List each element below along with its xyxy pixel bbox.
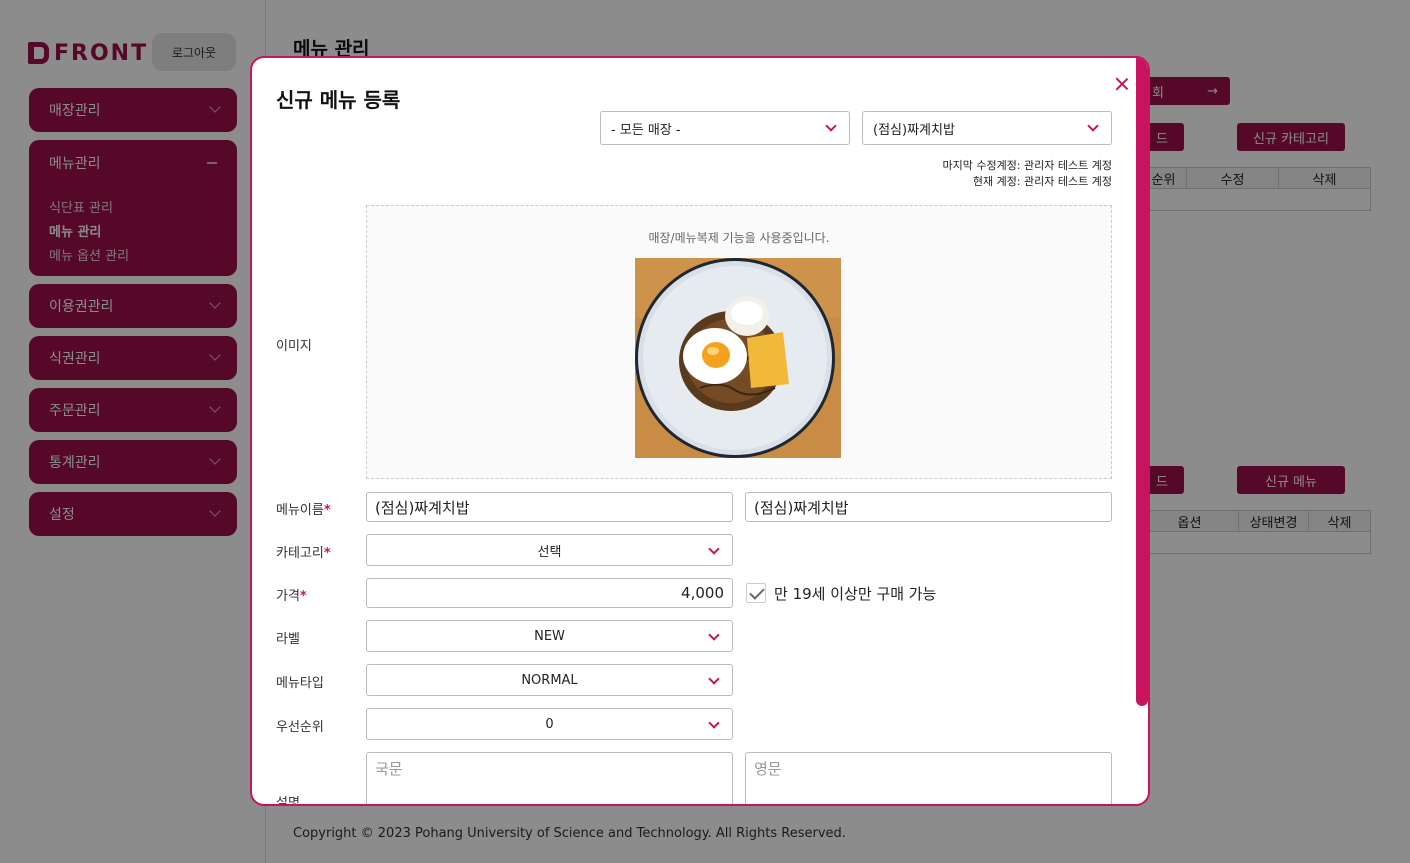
chevron-down-icon xyxy=(1087,120,1099,132)
image-dropzone[interactable]: 매장/메뉴복제 기능을 사용중입니다. xyxy=(366,205,1112,479)
price-label-text: 가격 xyxy=(276,589,300,604)
menu-type-select-value: NORMAL xyxy=(521,672,578,688)
priority-select-value: 0 xyxy=(545,716,554,732)
chevron-down-icon xyxy=(708,673,720,685)
badge-label: 라벨 xyxy=(276,632,300,647)
store-select[interactable]: - 모든 매장 - xyxy=(600,111,850,145)
description-ko-placeholder: 국문 xyxy=(375,760,403,778)
menu-name-en-input[interactable]: (점심)짜계치밥 xyxy=(745,492,1112,522)
current-account: 현재 계정: 관리자 테스트 계정 xyxy=(972,175,1112,188)
chevron-down-icon xyxy=(708,629,720,641)
category-label-text: 카테고리 xyxy=(276,546,324,561)
category-label: 카테고리* xyxy=(276,542,331,561)
menu-copy-select[interactable]: (점심)짜계치밥 xyxy=(862,111,1112,145)
dropzone-message: 매장/메뉴복제 기능을 사용중입니다. xyxy=(648,231,830,245)
image-label: 이미지 xyxy=(276,339,312,354)
scrollbar[interactable] xyxy=(1136,58,1148,706)
close-icon[interactable] xyxy=(1114,76,1130,92)
description-en-textarea[interactable]: 영문 xyxy=(745,752,1112,804)
menu-name-ko-value: (점심)짜계치밥 xyxy=(375,498,470,517)
menu-copy-select-value: (점심)짜계치밥 xyxy=(873,122,955,138)
description-en-placeholder: 영문 xyxy=(754,760,782,778)
required-mark: * xyxy=(323,546,331,561)
description-ko-textarea[interactable]: 국문 xyxy=(366,752,733,804)
category-select-value: 선택 xyxy=(537,544,562,560)
menu-name-label-text: 메뉴이름 xyxy=(276,503,324,518)
menu-type-select[interactable]: NORMAL xyxy=(366,664,733,696)
required-mark: * xyxy=(299,589,307,604)
description-label: 설명 xyxy=(276,796,300,806)
priority-label: 우선순위 xyxy=(276,720,324,735)
priority-select[interactable]: 0 xyxy=(366,708,733,740)
modal-title: 신규 메뉴 등록 xyxy=(276,88,401,112)
store-select-value: - 모든 매장 - xyxy=(611,122,681,138)
adult-only-checkbox[interactable] xyxy=(746,583,766,603)
menu-type-label: 메뉴타입 xyxy=(276,676,324,691)
price-value: 4,000 xyxy=(681,584,724,602)
menu-name-label: 메뉴이름* xyxy=(276,499,331,518)
adult-only-label: 만 19세 이상만 구매 가능 xyxy=(774,585,937,603)
menu-name-en-value: (점심)짜계치밥 xyxy=(754,498,849,517)
chevron-down-icon xyxy=(825,120,837,132)
required-mark: * xyxy=(323,503,331,518)
category-select[interactable]: 선택 xyxy=(366,534,733,566)
new-menu-modal: 신규 메뉴 등록 - 모든 매장 - (점심)짜계치밥 마지막 수정계정: 관리… xyxy=(250,56,1150,806)
last-modified-account: 마지막 수정계정: 관리자 테스트 계정 xyxy=(942,159,1113,172)
badge-select[interactable]: NEW xyxy=(366,620,733,652)
price-label: 가격* xyxy=(276,585,307,604)
menu-image xyxy=(635,258,841,458)
price-input[interactable]: 4,000 xyxy=(366,578,733,608)
chevron-down-icon xyxy=(708,717,720,729)
chevron-down-icon xyxy=(708,543,720,555)
menu-name-ko-input[interactable]: (점심)짜계치밥 xyxy=(366,492,733,522)
badge-select-value: NEW xyxy=(534,628,565,644)
food-photo-icon xyxy=(635,258,841,458)
